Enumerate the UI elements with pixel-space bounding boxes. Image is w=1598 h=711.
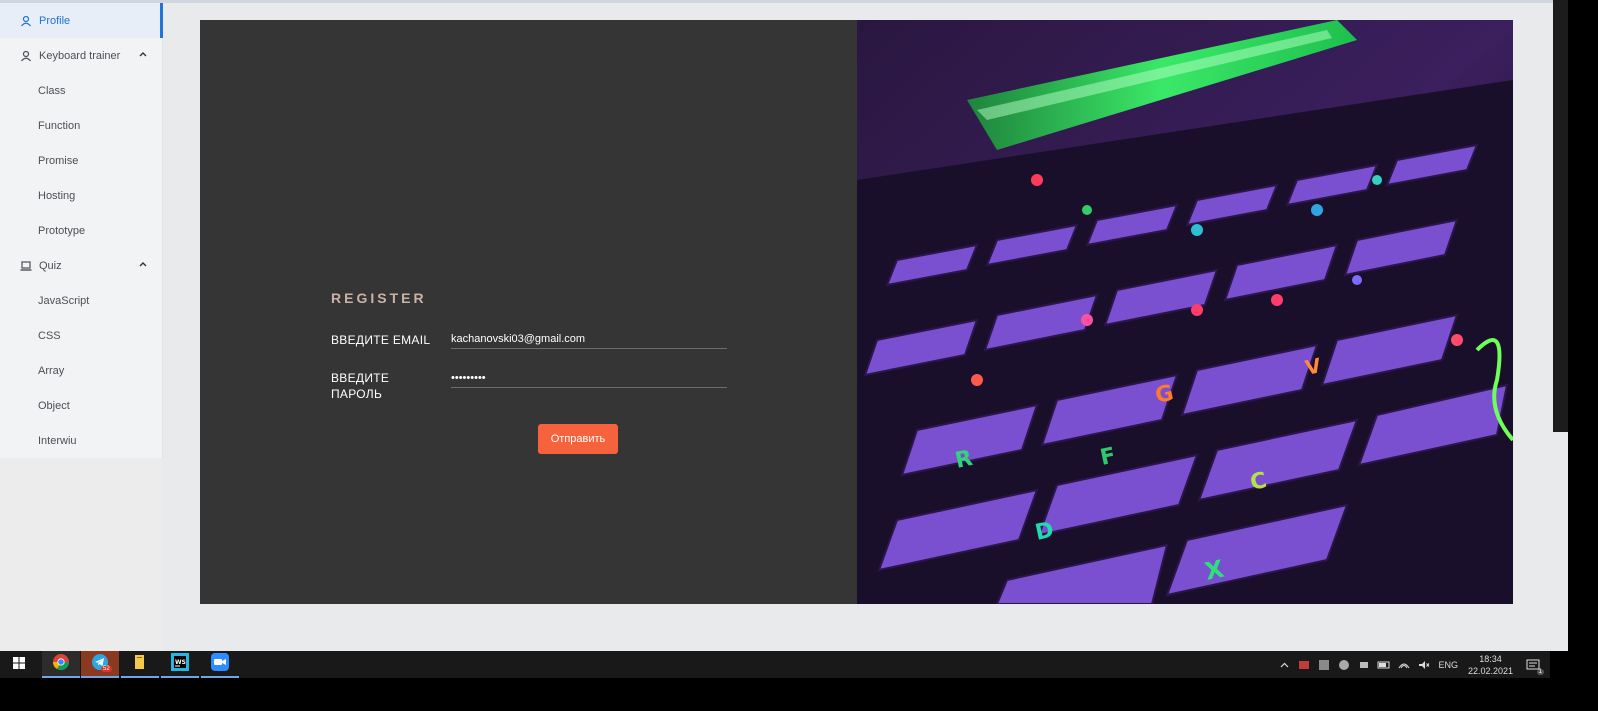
language-indicator[interactable]: ENG xyxy=(1438,660,1458,670)
browser-content: Profile Keyboard trainer Class Function … xyxy=(0,0,1568,651)
tray-app-icon[interactable] xyxy=(1357,658,1371,672)
unread-badge: 52 xyxy=(101,666,112,672)
register-panel: REGISTER ВВЕДИТЕ EMAIL ВВЕДИТЕ ПАРОЛЬ От… xyxy=(200,20,1513,604)
sidebar-item-label: Prototype xyxy=(38,224,86,237)
sidebar-item-label: Class xyxy=(38,84,66,97)
screen: Profile Keyboard trainer Class Function … xyxy=(0,0,1598,711)
battery-icon[interactable] xyxy=(1377,658,1391,672)
sidebar: Profile Keyboard trainer Class Function … xyxy=(0,3,163,651)
telegram-icon xyxy=(91,653,109,676)
sidebar-item-keyboard-trainer[interactable]: Keyboard trainer xyxy=(0,38,163,73)
top-divider xyxy=(0,0,1568,3)
sidebar-item-label: Keyboard trainer xyxy=(39,49,121,62)
user-icon xyxy=(19,14,33,28)
chevron-up-icon[interactable] xyxy=(1277,658,1291,672)
tray-app-icon[interactable] xyxy=(1337,658,1351,672)
webstorm-icon: WS xyxy=(171,653,189,676)
sidebar-item-label: Hosting xyxy=(38,189,76,202)
sidebar-item-label: Promise xyxy=(38,154,79,167)
sidebar-item-label: Object xyxy=(38,399,70,412)
keyboard-image: R F C G V D X xyxy=(857,20,1513,604)
sidebar-item-object[interactable]: Object xyxy=(0,388,163,423)
submit-button[interactable]: Отправить xyxy=(538,424,618,454)
sidebar-item-interwiu[interactable]: Interwiu xyxy=(0,423,163,458)
sidebar-item-label: Quiz xyxy=(39,259,62,272)
sidebar-item-profile[interactable]: Profile xyxy=(0,3,163,38)
volume-muted-icon[interactable] xyxy=(1417,658,1431,672)
sidebar-item-hosting[interactable]: Hosting xyxy=(0,178,163,213)
sidebar-item-label: Profile xyxy=(39,14,71,27)
sidebar-item-label: Array xyxy=(38,364,65,377)
sidebar-item-quiz[interactable]: Quiz xyxy=(0,248,163,283)
chevron-up-icon[interactable] xyxy=(137,258,149,270)
sidebar-item-array[interactable]: Array xyxy=(0,353,163,388)
laptop-icon xyxy=(19,259,33,273)
sidebar-item-class[interactable]: Class xyxy=(0,73,163,108)
taskbar-telegram[interactable]: 52 xyxy=(81,651,119,678)
taskbar-chrome[interactable] xyxy=(42,651,80,678)
taskbar-webstorm[interactable]: WS xyxy=(161,651,199,678)
tray-app-icon[interactable] xyxy=(1317,658,1331,672)
email-label: ВВЕДИТЕ EMAIL xyxy=(331,333,431,347)
password-field[interactable] xyxy=(451,368,727,388)
user-icon xyxy=(19,49,33,63)
chrome-icon xyxy=(52,653,70,676)
scrollbar-track[interactable] xyxy=(1553,0,1568,432)
system-tray: ENG 18:34 22.02.2021 1 xyxy=(1274,651,1550,678)
clock-date: 22.02.2021 xyxy=(1467,665,1513,676)
sidebar-item-label: JavaScript xyxy=(38,294,90,307)
password-label: ВВЕДИТЕ ПАРОЛЬ xyxy=(331,371,390,401)
sidebar-item-promise[interactable]: Promise xyxy=(0,143,163,178)
clock-time: 18:34 xyxy=(1479,653,1502,664)
svg-text:WS: WS xyxy=(175,659,186,666)
sidebar-empty-area xyxy=(0,458,163,651)
windows-taskbar: 52 WS ENG 18:34 22.02.2021 1 xyxy=(0,651,1550,678)
start-button[interactable] xyxy=(4,651,34,678)
notification-count: 1 xyxy=(1536,668,1544,675)
sidebar-item-label: Function xyxy=(38,119,81,132)
taskbar-file-explorer[interactable] xyxy=(121,651,159,678)
chevron-up-icon[interactable] xyxy=(137,48,149,60)
sidebar-item-css[interactable]: CSS xyxy=(0,318,163,353)
folder-icon xyxy=(132,655,148,674)
windows-icon xyxy=(13,656,25,674)
sidebar-item-function[interactable]: Function xyxy=(0,108,163,143)
tray-app-icon[interactable] xyxy=(1297,658,1311,672)
form-title: REGISTER xyxy=(331,290,427,306)
sidebar-item-javascript[interactable]: JavaScript xyxy=(0,283,163,318)
email-field[interactable] xyxy=(451,329,727,349)
notification-icon[interactable]: 1 xyxy=(1526,658,1544,675)
sidebar-item-label: CSS xyxy=(38,329,61,342)
taskbar-zoom[interactable] xyxy=(201,651,239,678)
sidebar-item-label: Interwiu xyxy=(38,434,77,447)
zoom-icon xyxy=(211,653,229,676)
wifi-icon[interactable] xyxy=(1397,658,1411,672)
screen-bottom-bezel xyxy=(0,678,1598,711)
sidebar-item-prototype[interactable]: Prototype xyxy=(0,213,163,248)
clock[interactable]: 18:34 22.02.2021 xyxy=(1468,653,1513,677)
